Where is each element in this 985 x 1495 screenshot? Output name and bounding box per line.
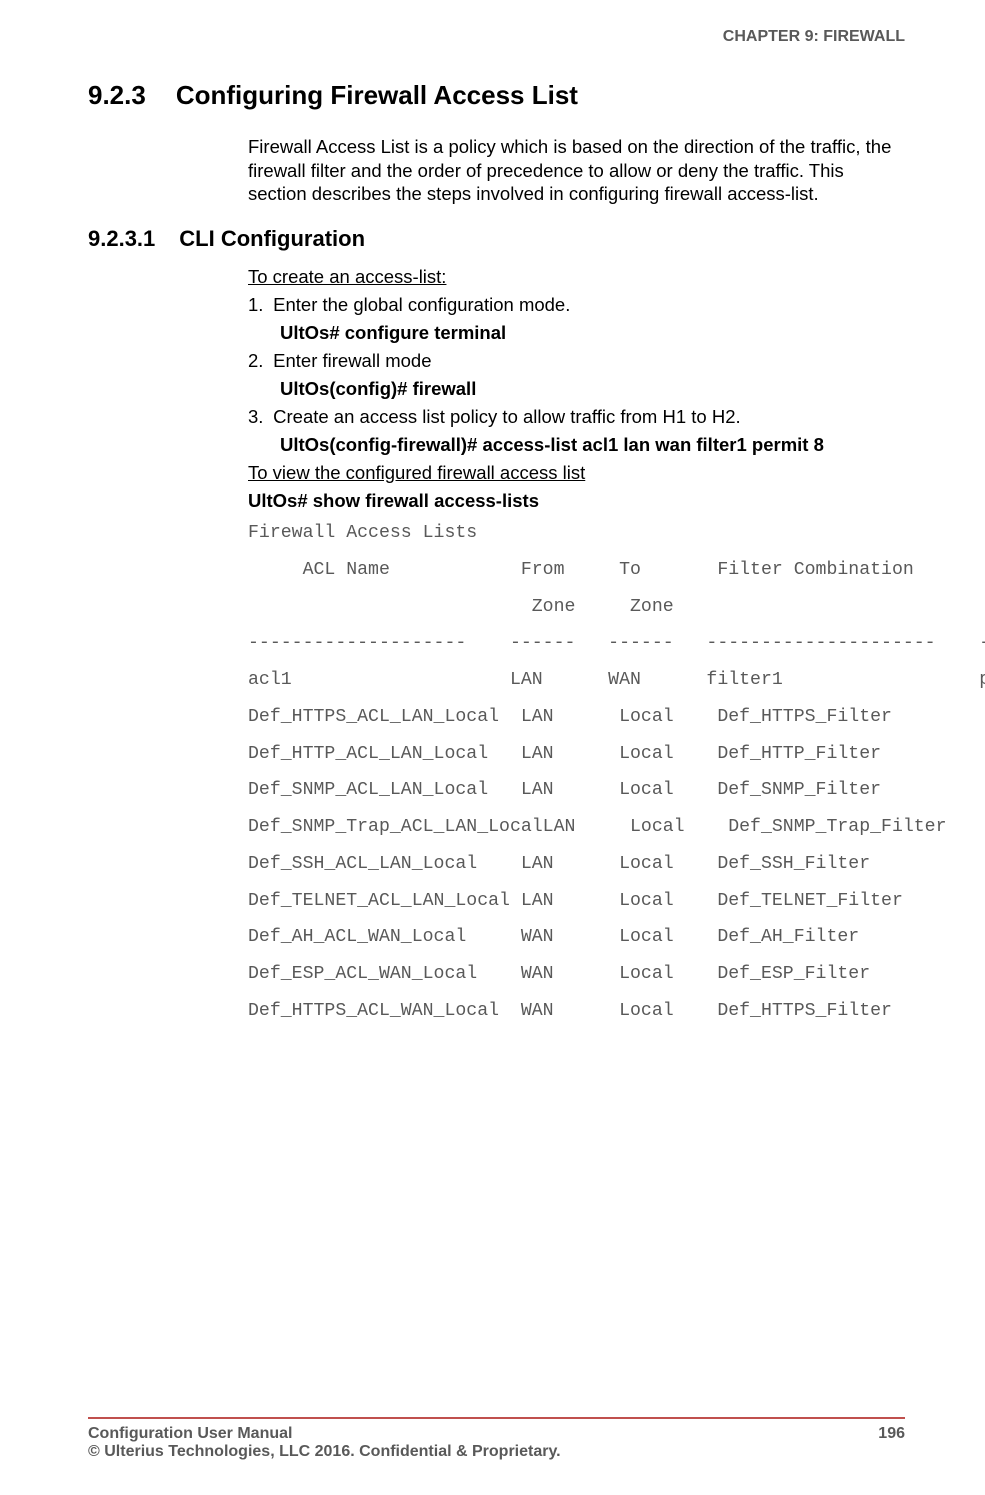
cli-output-title: Firewall Access Lists [248, 522, 905, 545]
cli-output-row: acl1 LAN WAN filter1 permit 8 permit [248, 669, 905, 692]
cli-output-row: Def_SNMP_ACL_LAN_Local LAN Local Def_SNM… [248, 779, 905, 802]
section-title: CLI Configuration [179, 226, 365, 251]
step-3: 3. Create an access list policy to allow… [248, 406, 905, 428]
chapter-header: CHAPTER 9: FIREWALL [88, 28, 905, 46]
section-heading-923: 9.2.3 Configuring Firewall Access List [88, 80, 905, 111]
section-intro: Firewall Access List is a policy which i… [248, 135, 905, 206]
cli-output-row: Def_HTTPS_ACL_WAN_Local WAN Local Def_HT… [248, 1000, 905, 1023]
view-access-list-heading: To view the configured firewall access l… [248, 462, 905, 484]
create-access-list-heading: To create an access-list: [248, 266, 905, 288]
step-1-command: UltOs# configure terminal [280, 322, 905, 344]
cli-output-separator: -------------------- ------ ------ -----… [248, 632, 905, 655]
footer-copyright: © Ulterius Technologies, LLC 2016. Confi… [88, 1443, 561, 1461]
step-2-command: UltOs(config)# firewall [280, 378, 905, 400]
section-heading-9231: 9.2.3.1 CLI Configuration [88, 226, 905, 252]
step-1: 1. Enter the global configuration mode. [248, 294, 905, 316]
step-number: 2. [248, 350, 268, 372]
step-text: Enter firewall mode [273, 350, 431, 371]
cli-output-row: Def_ESP_ACL_WAN_Local WAN Local Def_ESP_… [248, 963, 905, 986]
cli-output-columns-1: ACL Name From To Filter Combination Acti… [248, 559, 905, 582]
cli-output-row: Def_SSH_ACL_LAN_Local LAN Local Def_SSH_… [248, 853, 905, 876]
section-number: 9.2.3.1 [88, 226, 155, 252]
cli-output-row: Def_TELNET_ACL_LAN_Local LAN Local Def_T… [248, 890, 905, 913]
footer-manual-title: Configuration User Manual [88, 1425, 561, 1443]
page-footer: Configuration User Manual © Ulterius Tec… [88, 1417, 905, 1461]
footer-page-number: 196 [878, 1425, 905, 1461]
cli-output-row: Def_HTTPS_ACL_LAN_Local LAN Local Def_HT… [248, 706, 905, 729]
step-number: 1. [248, 294, 268, 316]
show-command: UltOs# show firewall access-lists [248, 490, 905, 512]
step-3-command: UltOs(config-firewall)# access-list acl1… [280, 434, 905, 456]
section-title: Configuring Firewall Access List [176, 80, 578, 110]
step-text: Enter the global configuration mode. [273, 294, 570, 315]
step-number: 3. [248, 406, 268, 428]
step-2: 2. Enter firewall mode [248, 350, 905, 372]
footer-left: Configuration User Manual © Ulterius Tec… [88, 1425, 561, 1461]
cli-output-row: Def_HTTP_ACL_LAN_Local LAN Local Def_HTT… [248, 743, 905, 766]
cli-output-row: Def_AH_ACL_WAN_Local WAN Local Def_AH_Fi… [248, 926, 905, 949]
cli-output-columns-2: Zone Zone rity Packet [248, 596, 905, 619]
section-number: 9.2.3 [88, 80, 146, 111]
cli-output-row: Def_SNMP_Trap_ACL_LAN_LocalLAN Local Def… [248, 816, 905, 839]
step-text: Create an access list policy to allow tr… [273, 406, 740, 427]
